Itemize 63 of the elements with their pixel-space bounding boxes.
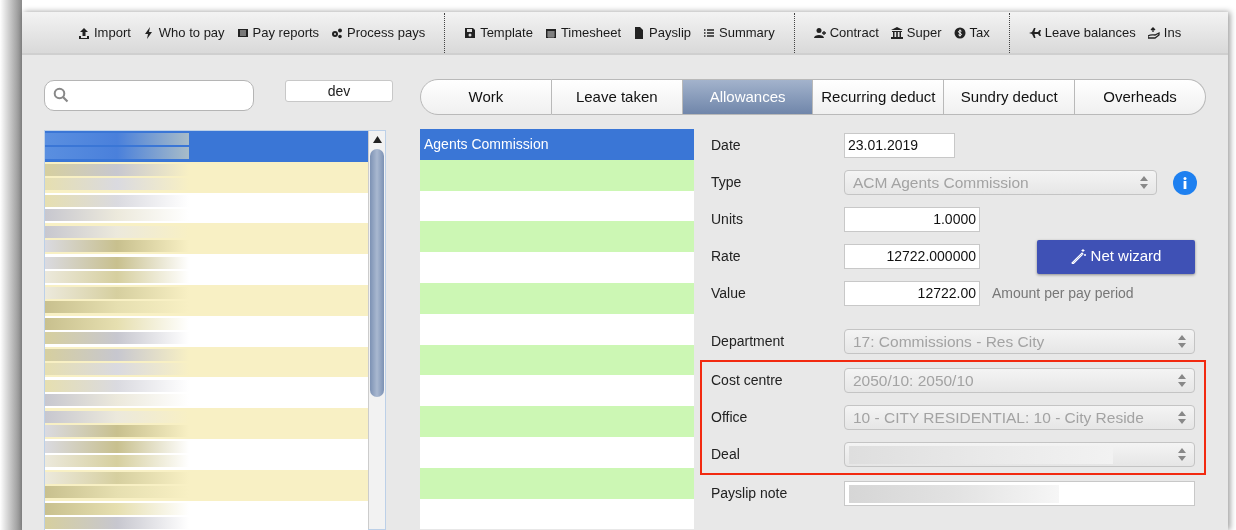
field-label: Department <box>711 332 786 351</box>
document-icon <box>633 26 646 39</box>
toolbar-button[interactable]: Process pays <box>325 22 432 43</box>
field-label: Units <box>711 210 744 229</box>
field-label: Deal <box>711 445 741 464</box>
toolbar-button[interactable]: Import <box>72 22 137 43</box>
date-field[interactable]: 23.01.2019 <box>844 133 955 158</box>
search-field[interactable] <box>44 79 254 111</box>
toolbar-button[interactable]: Ins <box>1141 22 1188 43</box>
search-icon <box>53 87 69 103</box>
user-add-icon <box>813 26 826 39</box>
dollar-circle-icon <box>953 26 966 39</box>
tab[interactable]: Recurring deduct <box>813 79 945 115</box>
bank-icon <box>890 26 903 39</box>
lightning-icon <box>142 26 155 39</box>
employee-row[interactable] <box>45 161 368 193</box>
hand-icon <box>1147 26 1160 39</box>
field-label: Type <box>711 173 743 192</box>
upload-icon <box>78 26 90 39</box>
toolbar-button[interactable]: Payslip <box>627 22 698 43</box>
field-label: Value <box>711 284 747 303</box>
scrollbar[interactable] <box>368 131 385 529</box>
field-label: Cost centre <box>711 371 784 390</box>
tab[interactable]: Leave taken <box>551 79 683 115</box>
scroll-thumb[interactable] <box>370 149 384 397</box>
field-label: Date <box>711 136 742 155</box>
toolbar-button[interactable]: Template <box>458 22 539 43</box>
toolbar-button[interactable]: Who to pay <box>136 22 231 43</box>
toolbar-button[interactable]: Summary <box>697 22 781 43</box>
filter-field[interactable]: dev <box>285 80 393 102</box>
net-wizard-button[interactable]: Net wizard <box>1037 239 1195 274</box>
toolbar-button[interactable]: Timesheet <box>538 22 628 43</box>
tab[interactable]: Overheads <box>1075 79 1206 115</box>
toolbar-button[interactable]: Leave balances <box>1022 22 1142 43</box>
updown-arrows-icon <box>1178 411 1186 424</box>
number-field[interactable]: 12722.00 <box>844 281 980 306</box>
bulleted-list-icon <box>703 26 716 39</box>
updown-arrows-icon <box>1178 374 1186 387</box>
updown-arrows-icon <box>1178 335 1186 348</box>
tab[interactable]: Work <box>420 79 552 115</box>
employee-row[interactable] <box>45 223 368 255</box>
scroll-up-icon[interactable] <box>372 136 382 143</box>
airplane-icon <box>1028 26 1041 39</box>
number-field[interactable]: 1.0000 <box>844 207 980 232</box>
toolbar-button[interactable]: Contract <box>807 22 885 43</box>
hint-text: Amount per pay period <box>992 284 1134 303</box>
updown-arrows-icon <box>1140 176 1148 189</box>
field-label: Rate <box>711 247 742 266</box>
toolbar-button[interactable]: Tax <box>947 22 996 43</box>
magic-wand-icon <box>1070 249 1086 264</box>
field-label: Office <box>711 408 749 427</box>
tab[interactable]: Sundry deduct <box>944 79 1076 115</box>
text-field[interactable] <box>844 481 1195 506</box>
employee-row[interactable] <box>45 469 368 501</box>
toolbar-button[interactable]: Super <box>884 22 948 43</box>
employee-row[interactable] <box>45 500 368 530</box>
employee-row[interactable] <box>45 346 368 378</box>
toolbar-button[interactable]: Pay reports <box>230 22 326 43</box>
updown-arrows-icon <box>1178 448 1186 461</box>
field-label: Payslip note <box>711 484 789 503</box>
gears-icon <box>331 26 344 39</box>
number-field[interactable]: 12722.000000 <box>844 244 980 269</box>
allowance-row[interactable]: Agents Commission <box>420 129 694 160</box>
